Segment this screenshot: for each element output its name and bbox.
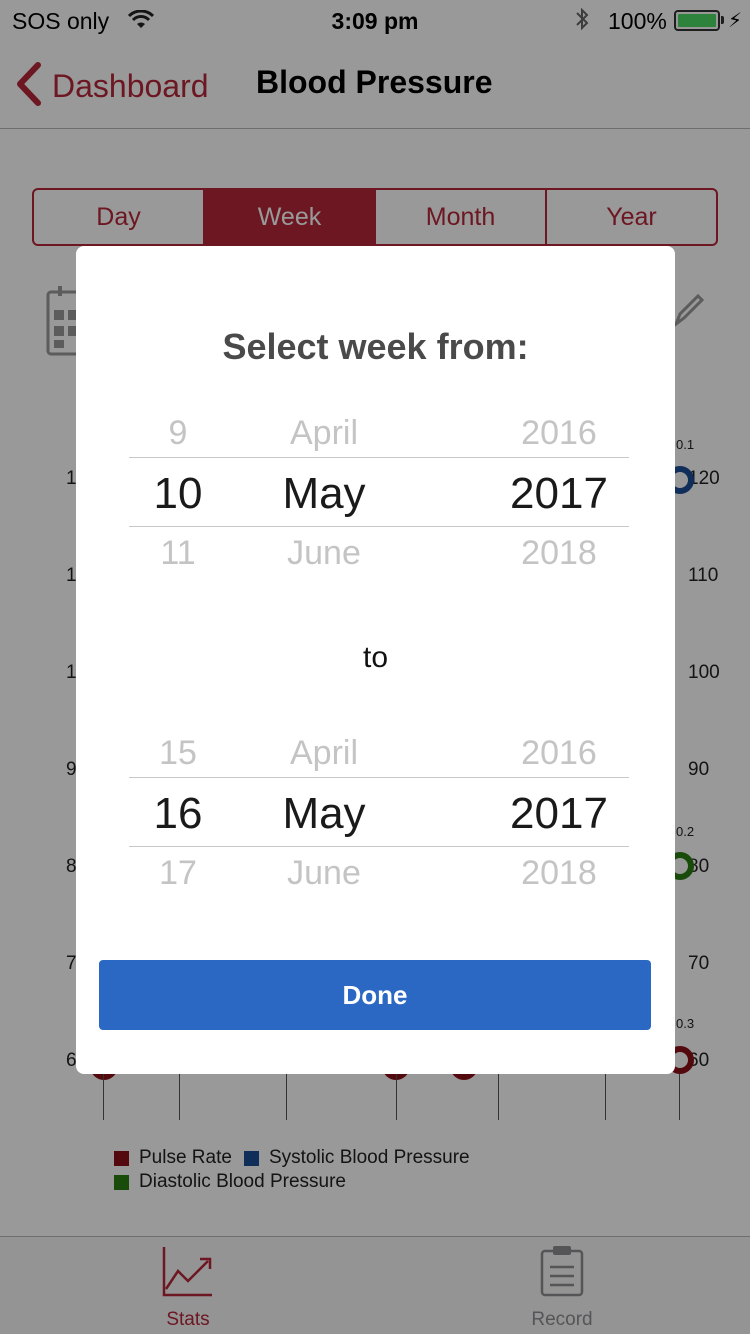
- picker-day-option[interactable]: 15: [143, 736, 213, 770]
- done-button[interactable]: Done: [99, 960, 651, 1030]
- picker-selection-line: [129, 526, 629, 527]
- picker-month-selected[interactable]: May: [259, 472, 389, 516]
- from-date-picker[interactable]: · 9 10 11 April May June 2016 2017 2018: [129, 384, 629, 594]
- picker-day-selected[interactable]: 16: [143, 792, 213, 836]
- picker-selection-line: [129, 777, 629, 778]
- picker-selection-line: [129, 457, 629, 458]
- picker-year-option[interactable]: 2018: [499, 856, 619, 890]
- picker-day-option[interactable]: 17: [143, 856, 213, 890]
- picker-year-option[interactable]: 2016: [499, 416, 619, 450]
- picker-year-selected[interactable]: 2017: [499, 792, 619, 836]
- picker-year-option[interactable]: 2018: [499, 536, 619, 570]
- picker-year-option[interactable]: 2016: [499, 736, 619, 770]
- to-date-picker[interactable]: 15 16 17 April May June 2016 2017 2018: [129, 704, 629, 914]
- picker-day-option[interactable]: 9: [143, 416, 213, 450]
- picker-month-selected[interactable]: May: [259, 792, 389, 836]
- picker-ghost-row: ·: [143, 384, 213, 396]
- dialog-title: Select week from:: [222, 326, 529, 367]
- picker-month-option[interactable]: June: [259, 536, 389, 570]
- range-separator-label: to: [362, 641, 389, 674]
- picker-year-selected[interactable]: 2017: [499, 472, 619, 516]
- picker-day-option[interactable]: 11: [143, 536, 213, 570]
- picker-month-option[interactable]: April: [259, 736, 389, 770]
- picker-day-selected[interactable]: 10: [143, 472, 213, 516]
- week-picker-dialog: Select week from: · 9 10 11 April May Ju…: [76, 246, 675, 1074]
- picker-month-option[interactable]: June: [259, 856, 389, 890]
- picker-month-option[interactable]: April: [259, 416, 389, 450]
- picker-selection-line: [129, 846, 629, 847]
